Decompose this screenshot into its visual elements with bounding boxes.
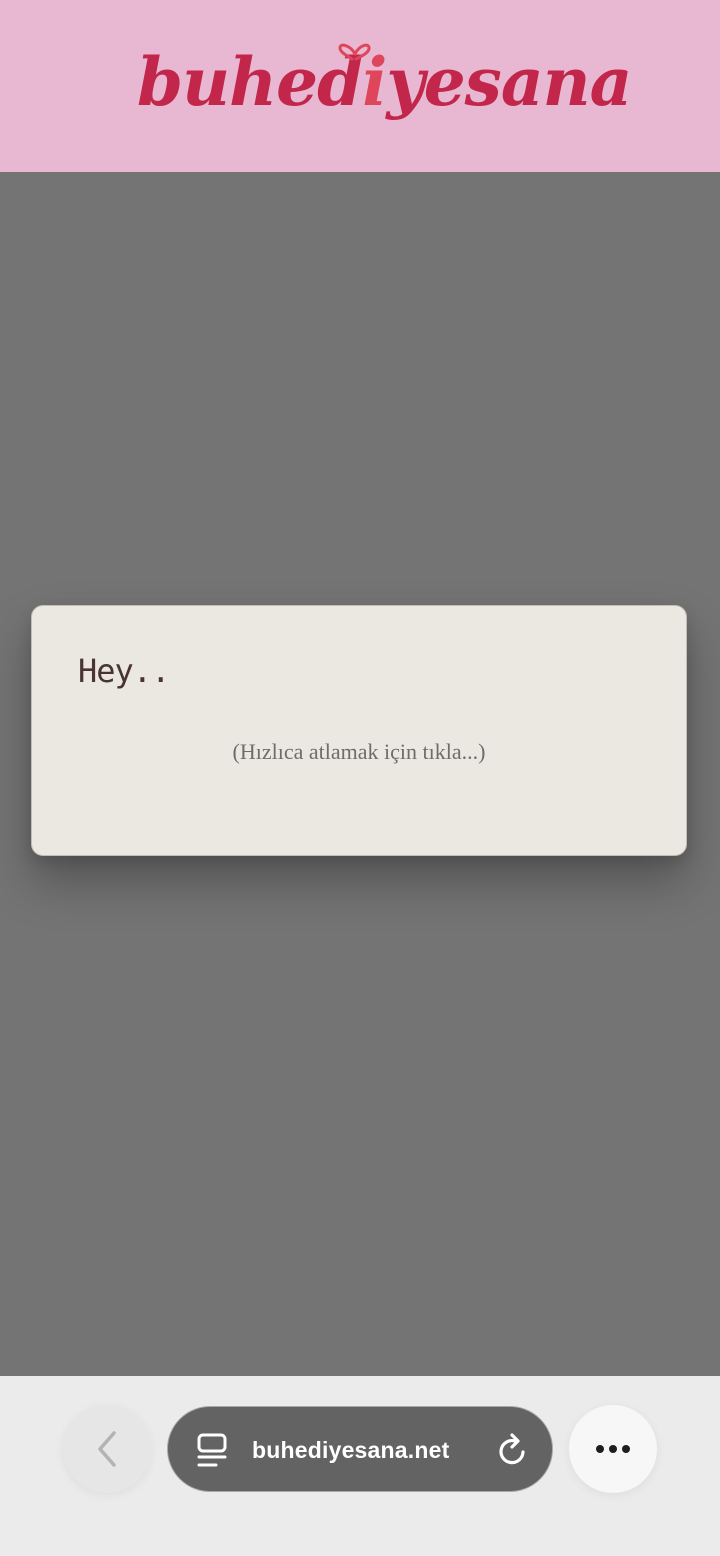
more-button[interactable] xyxy=(569,1405,657,1493)
site-header: buhediyesana xyxy=(0,0,720,172)
logo-text: buhediyesana xyxy=(137,43,631,121)
address-bar[interactable]: buhediyesana.net xyxy=(167,1406,553,1492)
back-button[interactable] xyxy=(63,1405,151,1493)
more-icon xyxy=(594,1440,633,1458)
tabs-icon[interactable] xyxy=(196,1433,228,1469)
browser-toolbar: buhediyesana.net xyxy=(0,1376,720,1556)
reload-icon[interactable] xyxy=(496,1432,530,1468)
dialog-title: Hey.. xyxy=(78,652,170,690)
site-logo[interactable]: buhediyesana xyxy=(0,28,720,138)
url-text: buhediyesana.net xyxy=(252,1437,450,1463)
intro-dialog[interactable]: Hey.. (Hızlıca atlamak için tıkla...) xyxy=(31,605,687,856)
skip-hint[interactable]: (Hızlıca atlamak için tıkla...) xyxy=(32,739,686,765)
chevron-left-icon xyxy=(98,1431,116,1467)
